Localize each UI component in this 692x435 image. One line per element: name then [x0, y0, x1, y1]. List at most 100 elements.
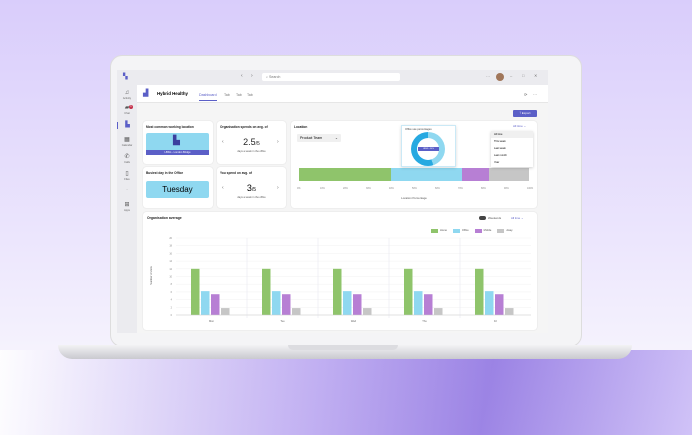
y-tick: 12 — [169, 268, 172, 271]
you-sub: days a week in the office — [237, 196, 266, 199]
rail-calls[interactable]: ✆ Calls — [117, 154, 137, 164]
y-tick: 20 — [169, 237, 172, 240]
popup-title: Office use percentages — [405, 128, 432, 131]
busiest-day-card: Busiest day in the Office Tuesday — [143, 167, 213, 208]
segment-home[interactable] — [299, 168, 391, 181]
minimize-icon[interactable]: – — [510, 73, 512, 78]
org-value: 2.5/5 — [217, 137, 286, 147]
bar-office-fri — [485, 291, 494, 315]
bar-away-fri — [505, 308, 514, 315]
rail-activity[interactable]: ♫ Activity — [117, 90, 137, 100]
tab-dashboard[interactable]: Dashboard — [199, 93, 217, 101]
org-average-card: Organisation spends on avg. of ‹ › 2.5/5… — [217, 121, 286, 164]
bar-home-fri — [475, 268, 484, 315]
maximize-icon[interactable]: □ — [522, 73, 524, 78]
rail-files[interactable]: ▯ Files — [117, 171, 137, 181]
x-tick: 30% — [366, 187, 371, 190]
bar-away-thu — [434, 308, 443, 315]
x-tick: 70% — [458, 187, 463, 190]
menu-item[interactable]: Last month — [491, 152, 533, 159]
laptop-notch — [288, 345, 398, 350]
app-logo-icon: ▟ — [143, 90, 149, 97]
file-icon: ▯ — [125, 171, 129, 177]
chat-badge: 1 — [129, 105, 133, 109]
segment-office[interactable] — [391, 168, 463, 181]
location-axis: 0% 10% 20% 30% 40% 50% 60% 70% 80% 90% 100% — [297, 187, 533, 191]
y-tick: 16 — [169, 252, 172, 255]
segment-away[interactable] — [488, 168, 529, 181]
apps-icon: ⊞ — [124, 202, 130, 208]
menu-item[interactable]: Last week — [491, 145, 533, 152]
more-icon: ··· — [125, 188, 129, 191]
export-button[interactable]: ⤒ Export — [513, 110, 537, 117]
bar-mobile-thu — [424, 294, 433, 315]
team-dropdown[interactable]: Product Team ⌄ — [297, 134, 341, 142]
back-icon[interactable]: ‹ — [241, 73, 243, 79]
rail-app[interactable]: ▙ — [117, 122, 137, 129]
app-title: Hybrid Healthy — [157, 91, 188, 96]
x-tick: 40% — [389, 187, 394, 190]
close-icon[interactable]: ✕ — [534, 73, 537, 78]
rail-label: Chat — [124, 112, 130, 115]
menu-item[interactable]: Year — [491, 159, 533, 166]
calendar-icon: ▦ — [124, 137, 130, 143]
rail-label: Apps — [124, 209, 130, 212]
bar-mobile-wed — [353, 294, 362, 315]
forward-icon[interactable]: › — [251, 73, 253, 79]
more-options-icon[interactable]: ··· — [533, 92, 537, 97]
avatar[interactable] — [496, 73, 504, 81]
tab-1[interactable]: Tab — [224, 93, 230, 97]
org-value-num: 2.5 — [243, 137, 256, 147]
x-tick: 90% — [504, 187, 509, 190]
x-tick: 80% — [481, 187, 486, 190]
teams-logo-icon: ▚ — [123, 74, 128, 80]
you-value-den: /5 — [251, 187, 257, 193]
org-value-den: /5 — [255, 141, 260, 147]
app-icon: ▙ — [125, 122, 130, 128]
y-tick: 18 — [169, 245, 172, 248]
y-tick: 10 — [169, 276, 172, 279]
app-rail: ♫ Activity ▰ Chat 1 ▙ ▦ Calendar ✆ Calls ▯ Fil… — [117, 85, 137, 333]
bar-home-thu — [404, 268, 413, 315]
x-tick: 10% — [320, 187, 325, 190]
location-stacked-bar — [299, 168, 529, 181]
bar-chart: 0 2 4 6 8 10 12 14 16 18 20 Mon Tue Wed Thu Fri — [169, 237, 531, 323]
rail-chat[interactable]: ▰ Chat 1 — [117, 105, 137, 115]
rail-apps[interactable]: ⊞ Apps — [117, 202, 137, 212]
search-icon: ⌕ — [266, 75, 269, 79]
y-tick: 6 — [171, 291, 173, 294]
bar-office-thu — [414, 291, 423, 315]
bar-mobile-tue — [282, 294, 291, 315]
menu-item[interactable]: This week — [491, 138, 533, 145]
y-tick: 0 — [171, 314, 173, 317]
y-tick: 2 — [171, 306, 173, 309]
card-title: Organisation spends on avg. of — [220, 125, 268, 129]
tab-3[interactable]: Tab — [247, 93, 253, 97]
card-title: Location — [294, 125, 308, 129]
bar-home-mon — [191, 268, 200, 315]
export-label: Export — [521, 111, 531, 115]
range-value: All time — [513, 124, 523, 128]
busiest-day-value: Tuesday — [146, 181, 209, 198]
team-value: Product Team — [300, 136, 323, 140]
rail-calendar[interactable]: ▦ Calendar — [117, 137, 137, 147]
bar-away-tue — [292, 308, 301, 315]
range-dropdown[interactable]: All time ⌄ — [513, 124, 526, 128]
y-tick: 8 — [171, 283, 173, 286]
refresh-icon[interactable]: ⟳ — [524, 92, 527, 97]
x-tick: 0% — [297, 187, 301, 190]
search-input[interactable]: ⌕ Search — [262, 73, 400, 81]
menu-item[interactable]: All time — [491, 131, 533, 138]
x-tick: 100% — [527, 187, 534, 190]
bar-home-wed — [333, 268, 342, 315]
bar-office-tue — [272, 291, 281, 315]
card-title: Most common working location — [146, 125, 194, 129]
chat-icon: ▰ — [124, 105, 130, 111]
segment-mobile[interactable] — [462, 168, 489, 181]
rail-more[interactable]: ··· — [117, 188, 137, 191]
rail-label: Calendar — [121, 144, 133, 147]
y-tick: 14 — [169, 260, 172, 263]
tab-2[interactable]: Tab — [236, 93, 242, 97]
bar-office-mon — [201, 291, 210, 315]
more-button[interactable]: ··· — [486, 74, 490, 79]
